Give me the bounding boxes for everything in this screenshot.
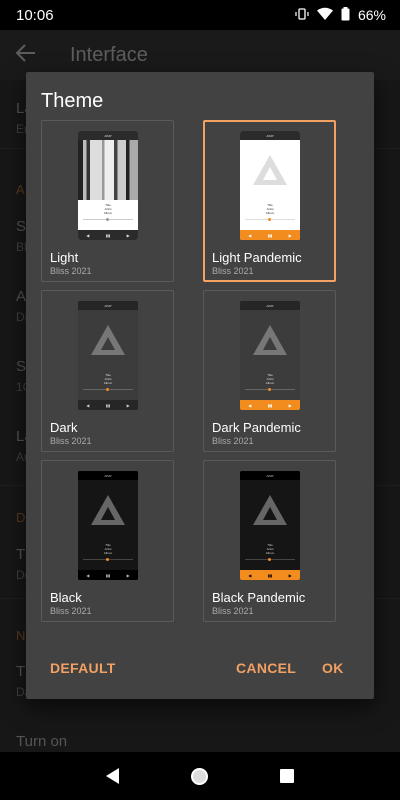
player-controls: ◀ ▮▮ ▶ bbox=[240, 570, 300, 580]
theme-dialog: Theme AIMP Title Artist Album ◀ ▮▮ ▶ Light B… bbox=[26, 72, 374, 699]
dialog-title: Theme bbox=[41, 90, 104, 112]
nav-back-icon[interactable] bbox=[106, 768, 119, 784]
player-controls: ◀ ▮▮ ▶ bbox=[78, 230, 138, 240]
aimp-logo-icon bbox=[240, 140, 300, 200]
status-bar: 10:06 66% bbox=[0, 0, 400, 30]
theme-preview: AIMP Title Artist Album ◀ ▮▮ ▶ bbox=[240, 301, 300, 410]
theme-name: Black Pandemic bbox=[212, 590, 306, 605]
theme-author: Bliss 2021 bbox=[212, 606, 254, 616]
theme-author: Bliss 2021 bbox=[50, 436, 92, 446]
theme-preview: AIMP Title Artist Album ◀ ▮▮ ▶ bbox=[240, 471, 300, 580]
navigation-bar bbox=[0, 752, 400, 800]
vibrate-icon bbox=[295, 7, 309, 24]
aimp-logo-icon bbox=[240, 480, 300, 540]
theme-name: Light bbox=[50, 250, 79, 265]
theme-card-dark-pandemic[interactable]: AIMP Title Artist Album ◀ ▮▮ ▶ Dark Pandemic… bbox=[203, 290, 336, 452]
album-art-trees bbox=[78, 140, 138, 200]
theme-author: Bliss 2021 bbox=[212, 436, 254, 446]
theme-author: Bliss 2021 bbox=[50, 266, 92, 276]
aimp-logo-icon bbox=[78, 480, 138, 540]
theme-name: Dark Pandemic bbox=[212, 420, 301, 435]
theme-card-black[interactable]: AIMP Title Artist Album ◀ ▮▮ ▶ Black Bliss 2… bbox=[41, 460, 174, 622]
player-controls: ◀ ▮▮ ▶ bbox=[240, 400, 300, 410]
cancel-button[interactable]: CANCEL bbox=[236, 660, 296, 676]
player-controls: ◀ ▮▮ ▶ bbox=[240, 230, 300, 240]
wifi-icon bbox=[316, 7, 333, 24]
player-controls: ◀ ▮▮ ▶ bbox=[78, 570, 138, 580]
battery-percent: 66% bbox=[357, 7, 386, 23]
theme-preview: AIMP Title Artist Album ◀ ▮▮ ▶ bbox=[78, 131, 138, 240]
theme-card-black-pandemic[interactable]: AIMP Title Artist Album ◀ ▮▮ ▶ Black Pandemi… bbox=[203, 460, 336, 622]
theme-card-light-pandemic[interactable]: AIMP Title Artist Album ◀ ▮▮ ▶ Light Pandemi… bbox=[203, 120, 336, 282]
theme-author: Bliss 2021 bbox=[212, 266, 254, 276]
nav-recents-icon[interactable] bbox=[280, 769, 294, 783]
aimp-logo-icon bbox=[240, 310, 300, 370]
theme-card-dark[interactable]: AIMP Title Artist Album ◀ ▮▮ ▶ Dark Bliss 20… bbox=[41, 290, 174, 452]
theme-preview: AIMP Title Artist Album ◀ ▮▮ ▶ bbox=[240, 131, 300, 240]
status-time: 10:06 bbox=[16, 6, 54, 24]
theme-name: Black bbox=[50, 590, 82, 605]
default-button[interactable]: DEFAULT bbox=[50, 660, 116, 676]
aimp-logo-icon bbox=[78, 310, 138, 370]
ok-button[interactable]: OK bbox=[322, 660, 344, 676]
theme-name: Light Pandemic bbox=[212, 250, 302, 265]
theme-preview: AIMP Title Artist Album ◀ ▮▮ ▶ bbox=[78, 301, 138, 410]
nav-home-icon[interactable] bbox=[191, 767, 208, 785]
theme-author: Bliss 2021 bbox=[50, 606, 92, 616]
player-controls: ◀ ▮▮ ▶ bbox=[78, 400, 138, 410]
theme-preview: AIMP Title Artist Album ◀ ▮▮ ▶ bbox=[78, 471, 138, 580]
battery-icon bbox=[341, 6, 350, 24]
theme-card-light[interactable]: AIMP Title Artist Album ◀ ▮▮ ▶ Light Bliss 2… bbox=[41, 120, 174, 282]
theme-name: Dark bbox=[50, 420, 78, 435]
